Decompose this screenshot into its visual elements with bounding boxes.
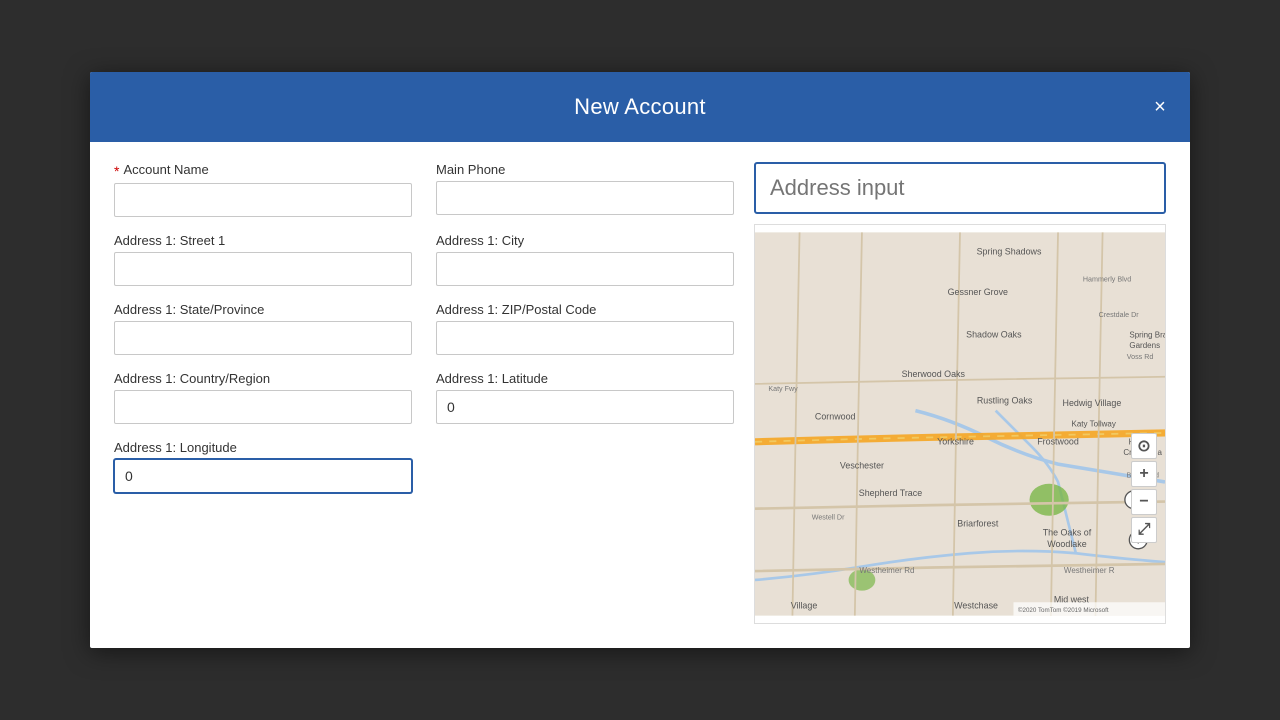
latitude-input[interactable] (436, 390, 734, 424)
svg-text:Crestdale Dr: Crestdale Dr (1099, 311, 1140, 319)
svg-text:Westchase: Westchase (954, 601, 998, 611)
new-account-modal: New Account × *Account Name Main Phone A… (90, 72, 1190, 648)
main-phone-label: Main Phone (436, 162, 734, 177)
map-compass-button[interactable]: ⊙ (1131, 433, 1157, 459)
svg-text:Spring Shadows: Spring Shadows (977, 247, 1042, 257)
country-input[interactable] (114, 390, 412, 424)
country-label: Address 1: Country/Region (114, 371, 412, 386)
state-input[interactable] (114, 321, 412, 355)
svg-text:Katy Fwy: Katy Fwy (768, 385, 798, 393)
street1-field: Address 1: Street 1 (114, 233, 412, 286)
svg-text:Sherwood Oaks: Sherwood Oaks (902, 369, 966, 379)
svg-text:Yorkshire: Yorkshire (937, 437, 974, 447)
svg-text:Spring Branch: Spring Branch (1129, 331, 1165, 340)
svg-text:Westheimer R: Westheimer R (1064, 566, 1115, 575)
state-field: Address 1: State/Province (114, 302, 412, 355)
svg-text:Hedwig Village: Hedwig Village (1063, 398, 1122, 408)
main-phone-field: Main Phone (436, 162, 734, 217)
close-button[interactable]: × (1146, 93, 1174, 121)
map-section: I I Spring Shadows Hammerly Blvd Gessner… (754, 162, 1166, 624)
svg-text:Veschester: Veschester (840, 461, 884, 471)
modal-title: New Account (574, 94, 706, 119)
svg-text:Cornwood: Cornwood (815, 412, 856, 422)
modal-body: *Account Name Main Phone Address 1: Stre… (90, 142, 1190, 648)
svg-text:©2020 TomTom ©2019 Microsoft: ©2020 TomTom ©2019 Microsoft (1018, 607, 1109, 614)
svg-text:Shadow Oaks: Shadow Oaks (966, 330, 1022, 340)
svg-text:Voss Rd: Voss Rd (1127, 353, 1154, 361)
address-input[interactable] (754, 162, 1166, 214)
map-zoom-in-button[interactable]: + (1131, 461, 1157, 487)
map-fullscreen-button[interactable]: ⤢ (1131, 517, 1157, 543)
city-label: Address 1: City (436, 233, 734, 248)
account-name-field: *Account Name (114, 162, 412, 217)
svg-text:Westell Dr: Westell Dr (812, 513, 845, 521)
required-star: * (114, 163, 119, 179)
latitude-label: Address 1: Latitude (436, 371, 734, 386)
map-zoom-out-button[interactable]: − (1131, 489, 1157, 515)
state-label: Address 1: State/Province (114, 302, 412, 317)
zip-input[interactable] (436, 321, 734, 355)
city-input[interactable] (436, 252, 734, 286)
main-phone-input[interactable] (436, 181, 734, 215)
svg-text:The Oaks of: The Oaks of (1043, 527, 1092, 537)
longitude-input[interactable] (114, 459, 412, 493)
zip-label: Address 1: ZIP/Postal Code (436, 302, 734, 317)
longitude-field: Address 1: Longitude (114, 440, 412, 493)
svg-text:Rustling Oaks: Rustling Oaks (977, 396, 1033, 406)
account-name-label: *Account Name (114, 162, 412, 179)
city-field: Address 1: City (436, 233, 734, 286)
svg-text:Gessner Grove: Gessner Grove (948, 287, 1008, 297)
map-controls: ⊙ + − ⤢ (1131, 433, 1157, 543)
svg-text:Hammerly Blvd: Hammerly Blvd (1083, 275, 1131, 283)
svg-text:Westheimer Rd: Westheimer Rd (859, 566, 914, 575)
zip-field: Address 1: ZIP/Postal Code (436, 302, 734, 355)
svg-text:Katy Tollway: Katy Tollway (1071, 420, 1115, 429)
modal-header: New Account × (90, 72, 1190, 142)
svg-text:Shepherd Trace: Shepherd Trace (859, 488, 922, 498)
latitude-field: Address 1: Latitude (436, 371, 734, 424)
svg-text:Gardens: Gardens (1129, 341, 1160, 350)
svg-text:Woodlake: Woodlake (1047, 539, 1086, 549)
country-field: Address 1: Country/Region (114, 371, 412, 424)
svg-text:Village: Village (791, 601, 818, 611)
street1-input[interactable] (114, 252, 412, 286)
account-name-input[interactable] (114, 183, 412, 217)
svg-text:Briarforest: Briarforest (957, 519, 999, 529)
map-container: I I Spring Shadows Hammerly Blvd Gessner… (754, 224, 1166, 624)
svg-text:Frostwood: Frostwood (1037, 437, 1079, 447)
street1-label: Address 1: Street 1 (114, 233, 412, 248)
longitude-label: Address 1: Longitude (114, 440, 412, 455)
form-section: *Account Name Main Phone Address 1: Stre… (114, 162, 734, 624)
